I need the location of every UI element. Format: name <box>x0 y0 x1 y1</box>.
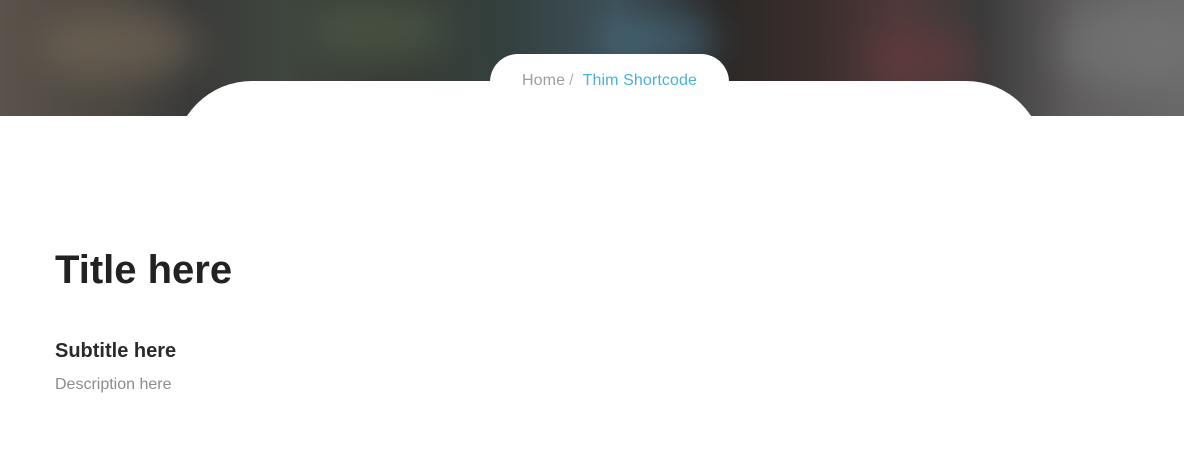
breadcrumb-separator: / <box>569 72 574 89</box>
breadcrumb-home-link[interactable]: Home <box>522 72 565 90</box>
page-title: Title here <box>55 248 233 292</box>
breadcrumb: Home / Thim Shortcode <box>490 54 729 110</box>
breadcrumb-current: Thim Shortcode <box>582 72 697 89</box>
section-subtitle: Subtitle here <box>55 340 177 362</box>
section-description: Description here <box>55 376 172 393</box>
page: Home / Thim Shortcode Title here Subtitl… <box>0 0 1184 469</box>
